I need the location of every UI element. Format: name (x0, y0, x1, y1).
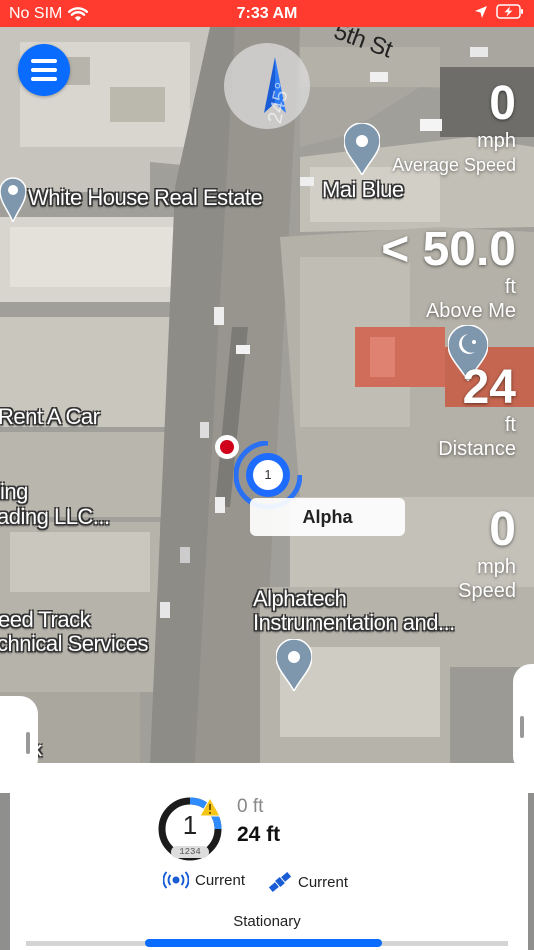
speed-label: Speed (458, 580, 516, 602)
gauge-device-id: 1234 (171, 846, 209, 858)
radio-signal-icon (163, 871, 189, 889)
map-label-ing[interactable]: ing (0, 479, 28, 505)
vertical-distance: 0 ft (237, 796, 264, 817)
map-label-instrumentation[interactable]: Instrumentation and... (253, 610, 455, 636)
speed-value: 0 (489, 503, 516, 556)
movement-track-fill (145, 939, 382, 947)
map-label-technical[interactable]: chnical Services (0, 631, 148, 657)
satellite-map[interactable]: 5th St White House Real Estate Mai Blue … (0, 27, 534, 763)
menu-line (31, 59, 57, 63)
menu-button[interactable] (18, 44, 70, 96)
average-speed-unit: mph (477, 130, 516, 152)
map-label-speed-track[interactable]: eed Track (0, 607, 91, 633)
satellite-status-text: Current (298, 873, 349, 891)
speed-unit: mph (477, 556, 516, 578)
radio-status: Current (163, 871, 245, 889)
tracked-device-number: 1 (264, 467, 272, 482)
battery-charging-icon (496, 4, 523, 19)
average-speed-label: Average Speed (392, 155, 516, 175)
distance-stat: 24 ft Distance (438, 363, 516, 461)
map-label-rent-a-car[interactable]: Rent A Car (0, 404, 100, 430)
map-label-alphatech[interactable]: Alphatech (253, 586, 347, 612)
satellite-icon (268, 871, 292, 893)
distance-label: Distance (438, 438, 516, 460)
distance-unit: ft (504, 414, 516, 436)
horizontal-distance: 24 ft (237, 823, 281, 846)
movement-state: Stationary (233, 913, 301, 930)
device-detail-panel: 1 1234 0 ft 24 ft Current Current Statio… (0, 763, 534, 950)
right-drawer-handle[interactable] (513, 664, 534, 763)
clock: 7:33 AM (236, 5, 298, 22)
left-drawer-handle[interactable] (0, 696, 38, 763)
speed-stat: 0 mph Speed (458, 505, 516, 603)
map-label-ading[interactable]: ading LLC... (0, 504, 110, 530)
above-me-value: < 50.0 (381, 223, 516, 276)
warning-icon (199, 797, 221, 817)
menu-line (31, 77, 57, 81)
above-me-stat: < 50.0 ft Above Me (381, 225, 516, 323)
map-pin-icon[interactable] (276, 639, 312, 691)
map-pin-icon[interactable] (0, 174, 26, 222)
compass-button[interactable]: 245° (224, 43, 310, 129)
menu-line (31, 68, 57, 72)
distance-value: 24 (462, 361, 516, 414)
above-me-label: Above Me (425, 300, 516, 322)
satellite-status: Current (268, 871, 348, 893)
average-speed-value: 0 (489, 77, 516, 130)
above-me-unit: ft (504, 276, 516, 298)
radio-status-text: Current (195, 871, 246, 889)
average-speed-stat: 0 mph Average Speed (392, 79, 516, 177)
map-label-mai-blue[interactable]: Mai Blue (322, 177, 404, 203)
status-bar: No SIM 7:33 AM (0, 0, 534, 27)
device-name-tag[interactable]: Alpha (250, 498, 405, 536)
status-right (474, 4, 524, 19)
location-arrow-icon (475, 5, 487, 18)
movement-track (26, 939, 508, 947)
map-pin-icon[interactable] (344, 123, 380, 175)
map-label-white-house[interactable]: White House Real Estate (28, 185, 263, 211)
